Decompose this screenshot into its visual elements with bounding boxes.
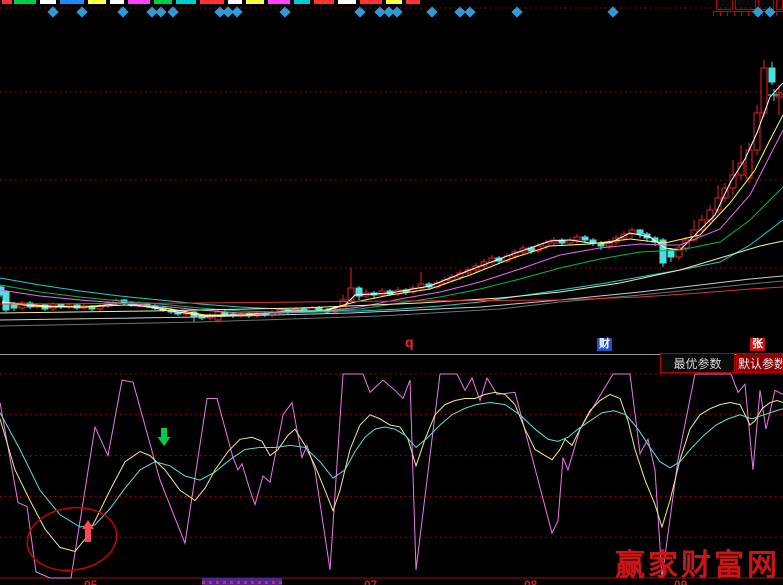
candlestick-chart-canvas[interactable] [0,0,783,355]
event-badge-cai: 财 [597,338,612,351]
event-badge-zhang: 张 [750,338,765,351]
stock-chart-app: q 财 张 最优参数 默认参数 05070809 赢家财富网 [0,0,783,585]
selected-date-highlight[interactable] [202,578,282,585]
kdj-gridlines [0,374,783,537]
buy-arrow-up-icon [82,520,94,542]
event-marker-q: q [405,335,414,349]
candles [0,60,782,322]
date-axis-label: 07 [364,579,377,585]
sell-arrow-down-icon [158,428,171,446]
main-gridlines [0,8,783,268]
watermark: 赢家财富网 [615,540,780,584]
ma-lines [0,83,783,326]
date-axis-label: 05 [84,579,97,585]
date-axis-label: 08 [524,579,537,585]
